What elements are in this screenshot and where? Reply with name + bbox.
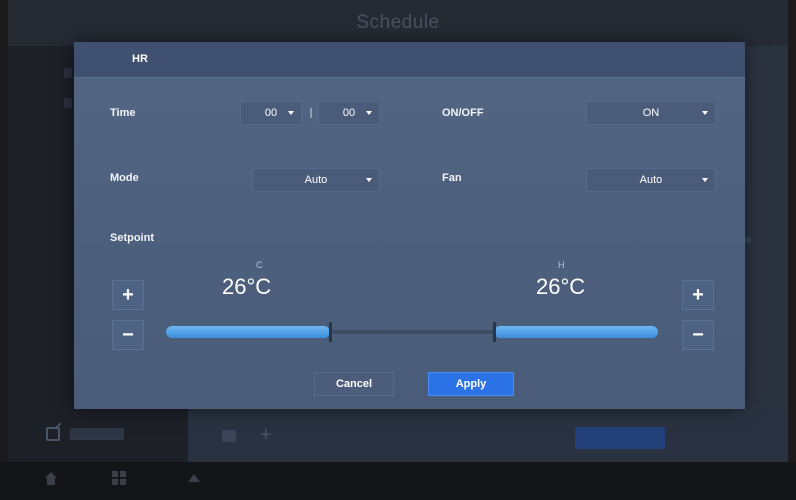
background-bottom-bar [188, 410, 788, 462]
background-title: Schedule [356, 12, 440, 33]
onoff-value: ON [642, 107, 660, 119]
cool-range-fill [166, 326, 330, 338]
background-box-icon [222, 430, 236, 442]
minute-value: 00 [342, 107, 356, 119]
time-separator [310, 108, 312, 118]
chevron-down-icon [366, 111, 372, 115]
onoff-select[interactable]: ON [586, 101, 716, 125]
background-edit-item [46, 427, 124, 441]
dialog-header: HR [74, 42, 745, 78]
chevron-down-icon [288, 111, 294, 115]
apply-button[interactable]: Apply [428, 372, 514, 396]
home-icon [44, 472, 58, 486]
setpoint-label: Setpoint [110, 232, 154, 244]
hour-value: 00 [264, 107, 278, 119]
background-title-bar: Schedule [8, 0, 788, 46]
heat-slider-handle[interactable] [493, 322, 496, 342]
mode-select[interactable]: Auto [252, 168, 380, 192]
heat-range-fill [494, 326, 658, 338]
fan-label: Fan [442, 172, 462, 184]
fan-value: Auto [639, 174, 663, 186]
background-edit-label [70, 428, 124, 440]
background-list-marker [64, 98, 72, 108]
dialog-title: HR [132, 53, 148, 65]
grid-icon [112, 471, 126, 485]
onoff-label: ON/OFF [442, 107, 484, 119]
background-primary-button [575, 427, 665, 449]
bottom-navigation [0, 462, 796, 500]
minute-select[interactable]: 00 [318, 101, 380, 125]
chevron-down-icon [702, 111, 708, 115]
cool-increase-button[interactable]: + [112, 280, 144, 310]
background-edge-marker [745, 237, 751, 243]
cool-setpoint-value: 26°C [222, 274, 272, 299]
hour-select[interactable]: 00 [240, 101, 302, 125]
schedule-edit-dialog: HR Time 00 00 ON/OFF ON Mode Auto Fan Au… [74, 42, 745, 409]
time-label: Time [110, 107, 136, 119]
cool-setpoint-caption: C [256, 260, 263, 270]
heat-increase-button[interactable]: + [682, 280, 714, 310]
heat-setpoint-value: 26°C [536, 274, 586, 299]
setpoint-range-slider[interactable] [166, 322, 658, 342]
cool-decrease-button[interactable]: − [112, 320, 144, 350]
chevron-down-icon [366, 178, 372, 182]
mode-label: Mode [110, 172, 139, 184]
cancel-button[interactable]: Cancel [314, 372, 394, 396]
deadband-track [330, 330, 494, 334]
up-arrow-icon [188, 474, 200, 482]
mode-value: Auto [304, 174, 328, 186]
background-list-marker [64, 68, 72, 78]
heat-setpoint-caption: H [558, 260, 565, 270]
heat-decrease-button[interactable]: − [682, 320, 714, 350]
fan-select[interactable]: Auto [586, 168, 716, 192]
chevron-down-icon [702, 178, 708, 182]
background-plus-icon: + [260, 424, 272, 446]
edit-icon [46, 427, 60, 441]
cool-slider-handle[interactable] [329, 322, 332, 342]
